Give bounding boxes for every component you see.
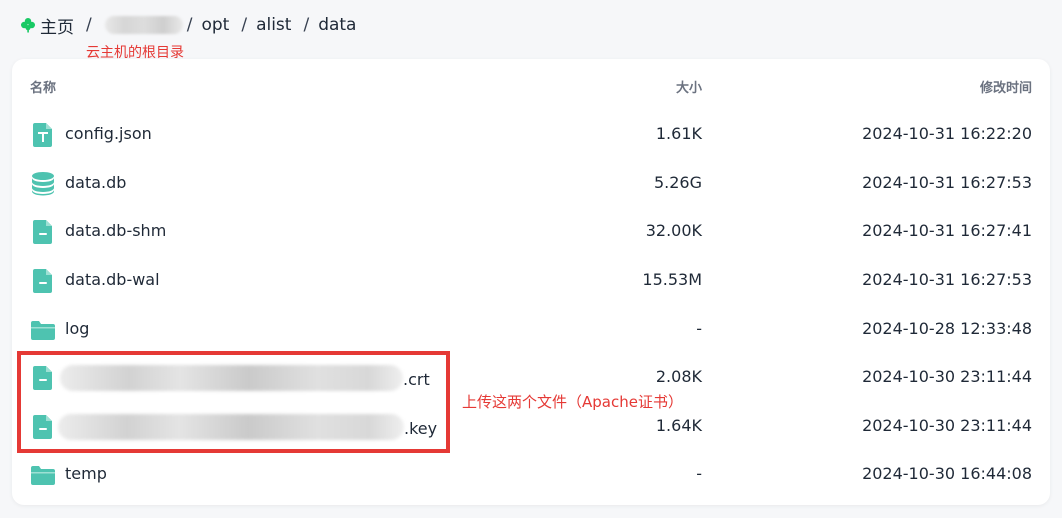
file-name: temp bbox=[65, 464, 107, 483]
file-size: 32.00K bbox=[645, 221, 702, 240]
redacted-breadcrumb[interactable] bbox=[104, 16, 183, 34]
file-icon bbox=[30, 365, 56, 391]
file-icon bbox=[30, 219, 56, 245]
table-row[interactable]: temp - 2024-10-30 16:44:08 bbox=[12, 452, 1050, 498]
breadcrumb-item-data[interactable]: data bbox=[318, 15, 356, 35]
breadcrumb-item-opt[interactable]: opt bbox=[201, 15, 229, 35]
file-modified: 2024-10-30 16:44:08 bbox=[862, 464, 1032, 483]
file-extension: .crt bbox=[403, 369, 430, 389]
breadcrumb-separator: / bbox=[86, 15, 92, 35]
file-modified: 2024-10-30 23:11:44 bbox=[862, 416, 1032, 435]
file-modified: 2024-10-31 16:27:53 bbox=[862, 173, 1032, 192]
file-size: 1.61K bbox=[655, 124, 702, 143]
folder-icon bbox=[30, 317, 56, 343]
file-name: log bbox=[65, 319, 90, 338]
redacted-filename bbox=[60, 365, 403, 391]
breadcrumb-item-alist[interactable]: alist bbox=[256, 15, 291, 35]
table-row[interactable]: log - 2024-10-28 12:33:48 bbox=[12, 307, 1050, 353]
column-header-modified[interactable]: 修改时间 bbox=[980, 77, 1032, 96]
table-row[interactable]: data.db-shm 32.00K 2024-10-31 16:27:41 bbox=[12, 209, 1050, 255]
file-modified: 2024-10-30 23:11:44 bbox=[862, 367, 1032, 386]
file-modified: 2024-10-31 16:22:20 bbox=[862, 124, 1032, 143]
file-name: data.db-wal bbox=[65, 270, 160, 289]
file-size: 1.64K bbox=[655, 416, 702, 435]
file-list: 名称 大小 修改时间 config.json 1.61K 2024-10-31 … bbox=[12, 59, 1050, 505]
file-extension: .key bbox=[404, 418, 438, 438]
file-size: - bbox=[696, 464, 702, 483]
column-header-size[interactable]: 大小 bbox=[676, 77, 702, 96]
table-row[interactable]: data.db 5.26G 2024-10-31 16:27:53 bbox=[12, 161, 1050, 207]
breadcrumb: 主页 / / opt / alist / data bbox=[20, 12, 356, 38]
file-size: - bbox=[696, 319, 702, 338]
breadcrumb-home[interactable]: 主页 bbox=[20, 13, 74, 38]
file-modified: 2024-10-31 16:27:53 bbox=[862, 270, 1032, 289]
folder-icon bbox=[30, 462, 56, 488]
table-row[interactable]: data.db-wal 15.53M 2024-10-31 16:27:53 bbox=[12, 258, 1050, 304]
file-name-redacted: .crt bbox=[60, 365, 430, 391]
upload-annotation: 上传这两个文件（Apache证书） bbox=[462, 393, 683, 411]
file-icon bbox=[30, 268, 56, 294]
file-modified: 2024-10-28 12:33:48 bbox=[862, 319, 1032, 338]
breadcrumb-separator: / bbox=[241, 15, 248, 35]
file-name: config.json bbox=[65, 124, 152, 143]
redacted-filename bbox=[58, 414, 404, 440]
table-header: 名称 大小 修改时间 bbox=[12, 77, 1050, 101]
table-row[interactable]: config.json 1.61K 2024-10-31 16:22:20 bbox=[12, 112, 1050, 158]
clover-icon bbox=[20, 17, 36, 33]
breadcrumb-separator: / bbox=[303, 15, 310, 35]
column-header-name[interactable]: 名称 bbox=[30, 77, 56, 96]
file-size: 5.26G bbox=[653, 173, 702, 192]
file-name: data.db-shm bbox=[65, 221, 167, 240]
text-file-icon bbox=[30, 122, 56, 148]
file-name: data.db bbox=[65, 173, 127, 192]
database-icon bbox=[30, 171, 56, 197]
breadcrumb-home-label: 主页 bbox=[40, 17, 74, 38]
file-size: 2.08K bbox=[655, 367, 702, 386]
file-icon bbox=[30, 414, 56, 440]
breadcrumb-separator: / bbox=[186, 15, 193, 35]
file-browser-page: 主页 / / opt / alist / data 云主机的根目录 名称 大小 … bbox=[0, 0, 1062, 518]
file-modified: 2024-10-31 16:27:41 bbox=[862, 221, 1032, 240]
file-size: 15.53M bbox=[642, 270, 702, 289]
file-name-redacted: .key bbox=[58, 414, 437, 440]
